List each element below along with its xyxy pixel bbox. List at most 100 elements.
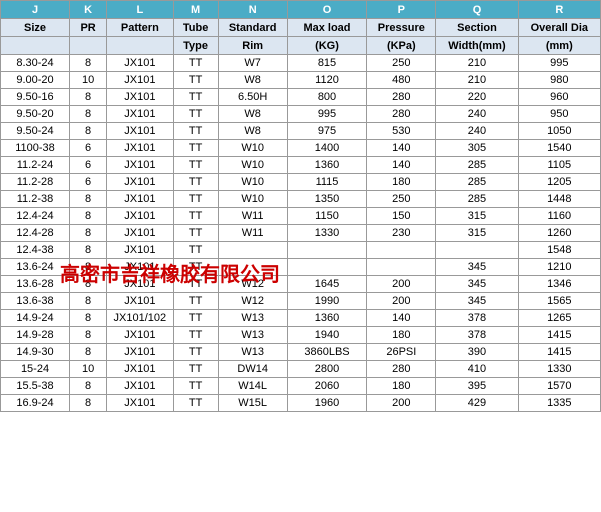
table-cell: JX101 (107, 191, 173, 208)
table-cell: TT (173, 395, 218, 412)
unit-size (1, 37, 70, 55)
header-maxload: Max load (287, 19, 367, 37)
table-cell: 280 (367, 106, 436, 123)
header-tube: Tube (173, 19, 218, 37)
table-cell: TT (173, 259, 218, 276)
table-cell: JX101/102 (107, 310, 173, 327)
table-cell: 140 (367, 140, 436, 157)
table-cell: W11 (218, 225, 287, 242)
table-cell: 1548 (518, 242, 600, 259)
unit-type: Type (173, 37, 218, 55)
table-cell: JX101 (107, 157, 173, 174)
table-cell: 315 (436, 208, 518, 225)
table-cell: TT (173, 157, 218, 174)
table-cell: 15.5-38 (1, 378, 70, 395)
table-cell: 8 (70, 276, 107, 293)
table-cell: 530 (367, 123, 436, 140)
table-cell: 12.4-28 (1, 225, 70, 242)
table-cell: 9.50-20 (1, 106, 70, 123)
table-cell: JX101 (107, 361, 173, 378)
table-cell: 11.2-38 (1, 191, 70, 208)
table-cell: 285 (436, 157, 518, 174)
table-cell: JX101 (107, 123, 173, 140)
table-cell: 280 (367, 361, 436, 378)
table-row: 9.50-208JX101TTW8995280240950 (1, 106, 601, 123)
table-cell: 1565 (518, 293, 600, 310)
table-cell: 975 (287, 123, 367, 140)
table-cell: 8 (70, 55, 107, 72)
table-cell: JX101 (107, 174, 173, 191)
table-row: 12.4-248JX101TTW1111501503151160 (1, 208, 601, 225)
table-row: 15.5-388JX101TTW14L20601803951570 (1, 378, 601, 395)
table-cell: 180 (367, 174, 436, 191)
header-section: Section (436, 19, 518, 37)
table-row: 9.50-168JX101TT6.50H800280220960 (1, 89, 601, 106)
table-row: 12.4-388JX101TT1548 (1, 242, 601, 259)
table-cell: JX101 (107, 259, 173, 276)
table-cell: 9.50-24 (1, 123, 70, 140)
table-cell: 378 (436, 310, 518, 327)
table-cell: JX101 (107, 327, 173, 344)
table-cell: 6 (70, 174, 107, 191)
table-cell: JX101 (107, 344, 173, 361)
table-cell: 220 (436, 89, 518, 106)
col-m-label: M (173, 1, 218, 19)
table-cell: 6.50H (218, 89, 287, 106)
table-cell: 2060 (287, 378, 367, 395)
table-cell: W8 (218, 123, 287, 140)
table-cell: 8 (70, 259, 107, 276)
table-cell: 1260 (518, 225, 600, 242)
spreadsheet-container: 高密市吉祥橡胶有限公司 J K L M N O P Q R (0, 0, 601, 412)
table-cell: 230 (367, 225, 436, 242)
table-cell: 8 (70, 208, 107, 225)
table-cell: 1330 (287, 225, 367, 242)
table-cell: 285 (436, 174, 518, 191)
table-cell: 1160 (518, 208, 600, 225)
table-cell: 140 (367, 157, 436, 174)
table-cell: 1330 (518, 361, 600, 378)
column-names-row: Size PR Pattern Tube Standard Max load P… (1, 19, 601, 37)
table-cell: 26PSI (367, 344, 436, 361)
data-table: J K L M N O P Q R Size PR Pattern Tube S… (0, 0, 601, 412)
table-cell: TT (173, 89, 218, 106)
table-cell: W15L (218, 395, 287, 412)
table-row: 1100-386JX101TTW1014001403051540 (1, 140, 601, 157)
table-cell: 378 (436, 327, 518, 344)
table-cell: W13 (218, 310, 287, 327)
table-cell: JX101 (107, 140, 173, 157)
table-cell (367, 259, 436, 276)
table-cell: 8 (70, 191, 107, 208)
table-cell: W8 (218, 72, 287, 89)
table-row: 15-2410JX101TTDW1428002804101330 (1, 361, 601, 378)
table-cell: 1645 (287, 276, 367, 293)
table-cell: TT (173, 344, 218, 361)
table-cell: JX101 (107, 208, 173, 225)
table-row: 11.2-286JX101TTW1011151802851205 (1, 174, 601, 191)
table-cell: JX101 (107, 106, 173, 123)
table-cell: TT (173, 174, 218, 191)
col-q-label: Q (436, 1, 518, 19)
header-size: Size (1, 19, 70, 37)
table-cell: 180 (367, 327, 436, 344)
col-l-label: L (107, 1, 173, 19)
table-cell: 1346 (518, 276, 600, 293)
table-cell (436, 242, 518, 259)
table-cell (367, 242, 436, 259)
header-overall: Overall Dia (518, 19, 600, 37)
table-cell: W10 (218, 157, 287, 174)
unit-width: Width(mm) (436, 37, 518, 55)
table-cell: 395 (436, 378, 518, 395)
table-cell (218, 259, 287, 276)
table-row: 14.9-248JX101/102TTW1313601403781265 (1, 310, 601, 327)
header-pr: PR (70, 19, 107, 37)
table-cell: 8 (70, 123, 107, 140)
table-cell: JX101 (107, 225, 173, 242)
table-cell: W8 (218, 106, 287, 123)
table-cell: 8 (70, 242, 107, 259)
table-cell: TT (173, 310, 218, 327)
table-row: 16.9-248JX101TTW15L19602004291335 (1, 395, 601, 412)
table-cell: JX101 (107, 89, 173, 106)
table-body: 8.30-248JX101TTW78152502109959.00-2010JX… (1, 55, 601, 412)
table-cell: TT (173, 327, 218, 344)
table-cell: TT (173, 123, 218, 140)
